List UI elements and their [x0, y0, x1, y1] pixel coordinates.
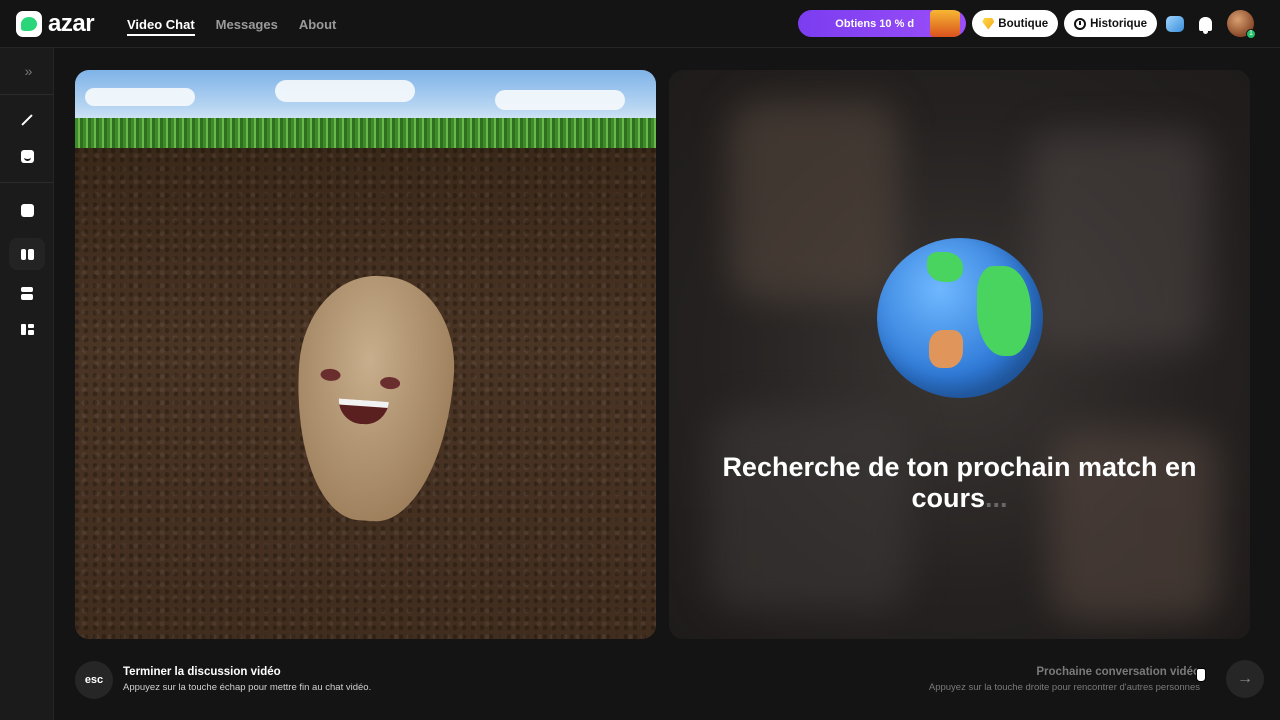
end-chat-hint: Appuyez sur la touche échap pour mettre …	[123, 682, 372, 693]
bell-icon	[1198, 16, 1212, 34]
dice-icon	[20, 203, 34, 217]
globe-land	[929, 330, 963, 368]
match-status-text: Recherche de ton prochain match en cours	[722, 452, 1197, 513]
arrow-right-icon: →	[1237, 670, 1253, 687]
notifications-button[interactable]	[1193, 12, 1217, 36]
azar-logo[interactable]: azar	[16, 10, 95, 37]
loading-dots: ...	[985, 483, 1008, 513]
sidebar-filter-button[interactable]	[9, 140, 45, 172]
cloud	[85, 88, 195, 106]
gift-icon	[930, 10, 961, 37]
sidebar: »	[0, 48, 54, 720]
gem-icon	[982, 17, 995, 30]
logo-text: azar	[48, 10, 95, 37]
nav-video-chat[interactable]: Video Chat	[127, 0, 195, 48]
nav-about[interactable]: About	[299, 0, 337, 48]
video-controls-footer: esc Terminer la discussion vidéo Appuyez…	[54, 648, 1280, 720]
azar-logo-icon	[16, 11, 42, 37]
potato-eye	[379, 376, 401, 390]
split-horizontal-icon	[21, 286, 33, 300]
header-actions: Obtiens 10 % d Boutique Historique 1	[798, 10, 1256, 39]
next-chat-title: Prochaine conversation vidéo	[1036, 666, 1200, 678]
sidebar-random-button[interactable]	[9, 194, 45, 226]
globe-land	[977, 266, 1031, 356]
end-chat-button[interactable]: esc	[75, 661, 113, 699]
face-filter-icon	[20, 149, 34, 163]
top-bar: azar Video Chat Messages About Obtiens 1…	[0, 0, 1280, 48]
match-search-status: Recherche de ton prochain match en cours…	[669, 452, 1250, 514]
end-chat-title: Terminer la discussion vidéo	[123, 666, 281, 678]
chat-button[interactable]	[1163, 12, 1187, 36]
blurred-background-tile	[1029, 130, 1209, 350]
cloud	[275, 80, 415, 102]
sidebar-divider	[0, 182, 54, 183]
potato-mouth	[337, 398, 389, 426]
expand-icon: »	[24, 63, 33, 79]
grass-strip	[75, 118, 656, 148]
promo-button[interactable]: Obtiens 10 % d	[798, 10, 967, 37]
sidebar-divider	[0, 94, 54, 95]
nav-messages[interactable]: Messages	[216, 0, 278, 48]
history-label: Historique	[1090, 17, 1147, 30]
next-chat-hint: Appuyez sur la touche droite pour rencon…	[928, 682, 1200, 693]
esc-key-label: esc	[84, 674, 104, 686]
layout-split-vertical-button[interactable]	[9, 238, 45, 270]
magic-wand-icon	[21, 113, 33, 125]
cloud	[495, 90, 625, 110]
history-button[interactable]: Historique	[1064, 10, 1157, 37]
globe-icon	[877, 238, 1043, 398]
next-chat-button[interactable]: →	[1226, 660, 1264, 698]
match-search-panel: Recherche de ton prochain match en cours…	[669, 70, 1250, 639]
mouse-cursor	[1196, 668, 1206, 682]
shop-button[interactable]: Boutique	[972, 10, 1059, 37]
blurred-background-tile	[729, 100, 899, 300]
split-vertical-icon	[20, 248, 34, 260]
self-video-panel	[75, 70, 656, 639]
globe-land	[927, 252, 963, 282]
layout-split-horizontal-button[interactable]	[9, 277, 45, 309]
layout-grid-button[interactable]	[9, 313, 45, 345]
clock-icon	[1074, 17, 1087, 30]
potato-eye	[320, 368, 341, 382]
shop-label: Boutique	[998, 17, 1049, 30]
avatar-badge: 1	[1246, 29, 1256, 39]
chat-bubble-icon	[1166, 15, 1184, 32]
main-nav: Video Chat Messages About	[127, 0, 336, 48]
grid-layout-icon	[20, 323, 34, 335]
promo-label: Obtiens 10 % d	[835, 17, 915, 30]
avatar[interactable]: 1	[1227, 10, 1256, 39]
sidebar-expand-button[interactable]: »	[9, 55, 45, 87]
sidebar-effects-button[interactable]	[9, 103, 45, 135]
